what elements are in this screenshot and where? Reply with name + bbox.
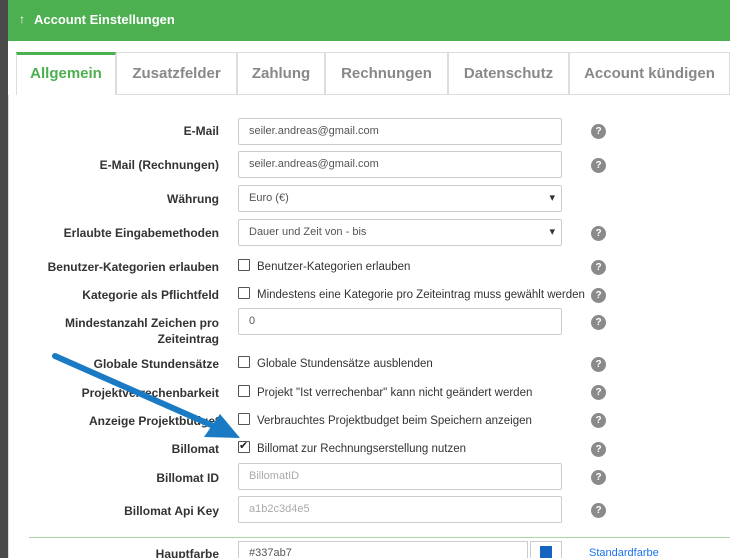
help-icon[interactable]: ? (591, 315, 606, 330)
min-chars-field[interactable]: 0 (238, 308, 562, 335)
help-icon[interactable]: ? (591, 442, 606, 457)
project-budget-label: Anzeige Projektbudget (88, 414, 219, 428)
help-icon[interactable]: ? (591, 385, 606, 400)
tab-bar: Allgemein Zusatzfelder Zahlung Rechnunge… (16, 52, 730, 95)
checkbox-icon[interactable] (238, 413, 250, 425)
color-swatch-button[interactable] (530, 541, 562, 558)
checkbox-icon[interactable] (238, 259, 250, 271)
user-categories-checkbox[interactable]: Benutzer-Kategorien erlauben (238, 259, 410, 275)
arrow-up-icon: ↑ (19, 12, 25, 26)
help-icon[interactable]: ? (591, 124, 606, 139)
help-icon[interactable]: ? (591, 158, 606, 173)
default-color-link[interactable]: Standardfarbe (589, 547, 659, 558)
settings-panel: ↑ Account Einstellungen Allgemein Zusatz… (8, 0, 730, 558)
checkbox-icon[interactable] (238, 287, 250, 299)
main-color-label: Hauptfarbe (155, 547, 219, 558)
currency-select[interactable]: Euro (€) (238, 185, 562, 212)
tab-account-kuendigen[interactable]: Account kündigen (569, 52, 730, 94)
user-categories-label: Benutzer-Kategorien erlauben (47, 260, 219, 274)
main-color-field[interactable]: #337ab7 (238, 541, 528, 558)
billomat-key-field[interactable]: a1b2c3d4e5 (238, 496, 562, 523)
project-billable-label: Projektverrechenbarkeit (81, 386, 219, 400)
help-icon[interactable]: ? (591, 226, 606, 241)
settings-form: E-Mail seiler.andreas@gmail.com ? E-Mail… (8, 95, 730, 558)
billomat-checkbox[interactable]: Billomat zur Rechnungserstellung nutzen (238, 438, 466, 457)
page-title: Account Einstellungen (34, 12, 175, 27)
section-divider (29, 537, 730, 538)
email-field[interactable]: seiler.andreas@gmail.com (238, 118, 562, 145)
email-invoice-label: E-Mail (Rechnungen) (99, 158, 219, 172)
help-icon[interactable]: ? (591, 288, 606, 303)
panel-header: ↑ Account Einstellungen (8, 0, 730, 41)
tab-rechnungen[interactable]: Rechnungen (325, 52, 448, 94)
billomat-label: Billomat (171, 442, 219, 456)
checkbox-icon[interactable] (238, 356, 250, 368)
help-icon[interactable]: ? (591, 413, 606, 428)
billomat-id-label: Billomat ID (156, 471, 219, 485)
project-budget-checkbox[interactable]: Verbrauchtes Projektbudget beim Speicher… (238, 413, 532, 429)
color-swatch-icon (540, 546, 552, 558)
help-icon[interactable]: ? (591, 260, 606, 275)
tab-datenschutz[interactable]: Datenschutz (448, 52, 569, 94)
input-methods-select[interactable]: Dauer und Zeit von - bis (238, 219, 562, 246)
billomat-key-label: Billomat Api Key (124, 504, 219, 518)
tab-zahlung[interactable]: Zahlung (237, 52, 325, 94)
billomat-id-field[interactable]: BillomatID (238, 463, 562, 490)
input-methods-label: Erlaubte Eingabemethoden (63, 226, 219, 240)
project-billable-checkbox[interactable]: Projekt "Ist verrechenbar" kann nicht ge… (238, 385, 532, 401)
help-icon[interactable]: ? (591, 470, 606, 485)
help-icon[interactable]: ? (591, 357, 606, 372)
checkbox-checked-icon[interactable] (238, 438, 250, 454)
category-required-label: Kategorie als Pflichtfeld (82, 288, 219, 302)
min-chars-label: Mindestanzahl Zeichen pro Zeiteintrag (64, 316, 219, 346)
help-icon[interactable]: ? (591, 503, 606, 518)
email-invoice-field[interactable]: seiler.andreas@gmail.com (238, 151, 562, 178)
input-methods-value: Dauer und Zeit von - bis (249, 226, 367, 238)
category-required-checkbox[interactable]: Mindestens eine Kategorie pro Zeiteintra… (238, 287, 585, 303)
currency-value: Euro (€) (249, 192, 289, 204)
currency-label: Währung (167, 192, 219, 206)
global-rates-label: Globale Stundensätze (93, 357, 219, 371)
tab-zusatzfelder[interactable]: Zusatzfelder (116, 52, 237, 94)
window-shadow (0, 0, 8, 558)
email-label: E-Mail (183, 124, 219, 138)
tab-allgemein[interactable]: Allgemein (16, 52, 116, 95)
global-rates-checkbox[interactable]: Globale Stundensätze ausblenden (238, 356, 433, 372)
checkbox-icon[interactable] (238, 385, 250, 397)
